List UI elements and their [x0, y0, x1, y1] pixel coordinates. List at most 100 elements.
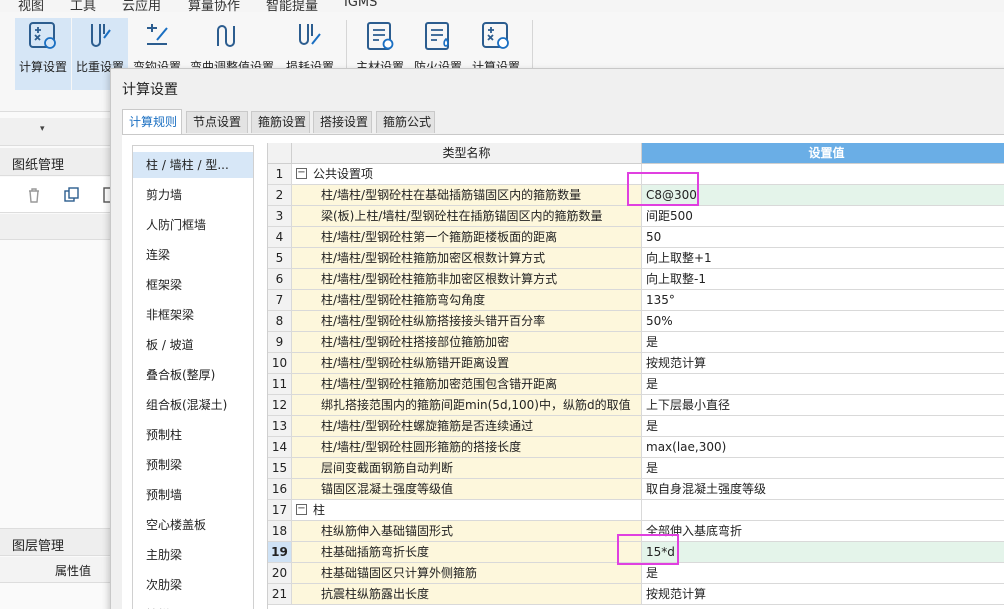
table-row[interactable]: 12 绑扎搭接范围内的箍筋间距min(5d,100)中，纵筋d的取值 上下层最小直径	[268, 395, 1004, 416]
table-row[interactable]: 9 柱/墙柱/型钢砼柱搭接部位箍筋加密是	[268, 332, 1004, 353]
table-row[interactable]: 7 柱/墙柱/型钢砼柱箍筋弯勾角度 135°	[268, 290, 1004, 311]
tab-stirrup-formula[interactable]: 箍筋公式	[376, 111, 435, 133]
setting-value[interactable]: 15*d	[642, 542, 1004, 563]
table-row[interactable]: 1− 公共设置项	[268, 164, 1004, 185]
category-item[interactable]: 组合板(混凝土)	[133, 392, 253, 418]
row-number: 18	[268, 521, 292, 542]
row-number: 16	[268, 479, 292, 500]
setting-value	[642, 164, 1004, 185]
table-row[interactable]: 15 层间变截面钢筋自动判断是	[268, 458, 1004, 479]
copy-icon[interactable]	[62, 185, 82, 205]
setting-name: 柱基础锚固区只计算外侧箍筋	[292, 563, 642, 584]
setting-value[interactable]: max(lae,300)	[642, 437, 1004, 458]
setting-name: 柱/墙柱/型钢砼柱纵筋错开距离设置	[292, 353, 642, 374]
table-row[interactable]: 17− 柱	[268, 500, 1004, 521]
table-row[interactable]: 4 柱/墙柱/型钢砼柱第一个箍筋距楼板面的距离 50	[268, 227, 1004, 248]
tab-node-settings[interactable]: 节点设置	[186, 111, 248, 133]
delete-icon[interactable]	[24, 185, 44, 205]
setting-value[interactable]: 按规范计算	[642, 353, 1004, 374]
setting-name: 柱/墙柱/型钢砼柱第一个箍筋距楼板面的距离	[292, 227, 642, 248]
category-item[interactable]: 楼梯	[133, 602, 253, 609]
layer-manager-header: 图层管理	[0, 528, 112, 556]
drawing-toolbar	[0, 177, 117, 213]
collapse-icon[interactable]: −	[296, 504, 307, 515]
category-item[interactable]: 次肋梁	[133, 572, 253, 598]
setting-name: 柱/墙柱/型钢砼柱搭接部位箍筋加密	[292, 332, 642, 353]
tab-lap-settings[interactable]: 搭接设置	[313, 111, 372, 133]
calc-settings-dialog: 计算设置 计算规则 节点设置 箍筋设置 搭接设置 箍筋公式 柱 / 墙柱 / 型…	[110, 68, 1004, 609]
table-row[interactable]: 10 柱/墙柱/型钢砼柱纵筋错开距离设置 按规范计算	[268, 353, 1004, 374]
setting-value[interactable]: 全部伸入基底弯折	[642, 521, 1004, 542]
row-number: 15	[268, 458, 292, 479]
table-row[interactable]: 18 柱纵筋伸入基础锚固形式 全部伸入基底弯折	[268, 521, 1004, 542]
category-item[interactable]: 柱 / 墙柱 / 型...	[133, 152, 253, 178]
setting-name: 柱/墙柱/型钢砼柱螺旋箍筋是否连续通过	[292, 416, 642, 437]
table-row[interactable]: 21 抗震柱纵筋露出长度 按规范计算	[268, 584, 1004, 605]
setting-value[interactable]: 向上取整+1	[642, 248, 1004, 269]
category-item[interactable]: 板 / 坡道	[133, 332, 253, 358]
calc-settings-button[interactable]: 计算设置	[15, 18, 71, 90]
material-doc-icon	[367, 22, 394, 50]
row-number: 11	[268, 374, 292, 395]
row-number: 5	[268, 248, 292, 269]
table-row[interactable]: 14 柱/墙柱/型钢砼柱圆形箍筋的搭接长度 max(lae,300)	[268, 437, 1004, 458]
category-list: 柱 / 墙柱 / 型... 剪力墙人防门框墙连梁框架梁非框架梁板 / 坡道 叠合板(…	[132, 145, 254, 609]
setting-value[interactable]: 按规范计算	[642, 584, 1004, 605]
category-item[interactable]: 连梁	[133, 242, 253, 268]
category-item[interactable]: 预制梁	[133, 452, 253, 478]
collapse-icon[interactable]: −	[296, 168, 307, 179]
category-item[interactable]: 剪力墙	[133, 182, 253, 208]
setting-value[interactable]: 上下层最小直径	[642, 395, 1004, 416]
category-item[interactable]: 叠合板(整厚)	[133, 362, 253, 388]
setting-value[interactable]: 取自身混凝土强度等级	[642, 479, 1004, 500]
setting-name: 柱/墙柱/型钢砼柱箍筋加密区根数计算方式	[292, 248, 642, 269]
category-item[interactable]: 人防门框墙	[133, 212, 253, 238]
table-row[interactable]: 3 梁(板)上柱/墙柱/型钢砼柱在插筋锚固区内的箍筋数量 间距500	[268, 206, 1004, 227]
category-item[interactable]: 预制墙	[133, 482, 253, 508]
setting-value[interactable]: 50%	[642, 311, 1004, 332]
row-number: 12	[268, 395, 292, 416]
setting-name: 锚固区混凝土强度等级值	[292, 479, 642, 500]
category-item[interactable]: 框架梁	[133, 272, 253, 298]
setting-name: 柱/墙柱/型钢砼柱在基础插筋锚固区内的箍筋数量	[292, 185, 642, 206]
setting-value[interactable]: 是	[642, 563, 1004, 584]
setting-value[interactable]: 是	[642, 332, 1004, 353]
row-number: 3	[268, 206, 292, 227]
setting-value[interactable]: C8@300	[642, 185, 1004, 206]
setting-value[interactable]: 是	[642, 374, 1004, 395]
tab-stirrup-settings[interactable]: 箍筋设置	[251, 111, 310, 133]
setting-value[interactable]: 间距500	[642, 206, 1004, 227]
table-row[interactable]: 11 柱/墙柱/型钢砼柱箍筋加密范围包含错开距离是	[268, 374, 1004, 395]
table-row[interactable]: 2 柱/墙柱/型钢砼柱在基础插筋锚固区内的箍筋数量 C8@300	[268, 185, 1004, 206]
category-item[interactable]: 空心楼盖板	[133, 512, 253, 538]
table-row[interactable]: 16 锚固区混凝土强度等级值 取自身混凝土强度等级	[268, 479, 1004, 500]
setting-value[interactable]: 向上取整-1	[642, 269, 1004, 290]
row-number: 2	[268, 185, 292, 206]
table-row[interactable]: 5 柱/墙柱/型钢砼柱箍筋加密区根数计算方式 向上取整+1	[268, 248, 1004, 269]
setting-name: 柱/墙柱/型钢砼柱箍筋弯勾角度	[292, 290, 642, 311]
group-header: − 公共设置项	[292, 164, 642, 185]
dialog-title: 计算设置	[122, 82, 178, 98]
category-item[interactable]: 主肋梁	[133, 542, 253, 568]
menu-igms[interactable]: IGMS	[344, 0, 377, 10]
row-number: 10	[268, 353, 292, 374]
table-row[interactable]: 19 柱基础插筋弯折长度 15*d	[268, 542, 1004, 563]
category-item[interactable]: 非框架梁	[133, 302, 253, 328]
table-row[interactable]: 20 柱基础锚固区只计算外侧箍筋是	[268, 563, 1004, 584]
setting-value	[642, 500, 1004, 521]
setting-value[interactable]: 是	[642, 416, 1004, 437]
row-number: 19	[268, 542, 292, 563]
table-row[interactable]: 8 柱/墙柱/型钢砼柱纵筋搭接接头错开百分率 50%	[268, 311, 1004, 332]
row-number: 6	[268, 269, 292, 290]
setting-value[interactable]: 135°	[642, 290, 1004, 311]
category-item[interactable]: 预制柱	[133, 422, 253, 448]
settings-grid: 类型名称 设置值 1− 公共设置项 2 柱/墙柱/型钢砼柱在基础插筋锚固区内的箍筋数量…	[267, 143, 1004, 609]
setting-value[interactable]: 50	[642, 227, 1004, 248]
property-value-label: 属性值	[55, 564, 92, 578]
table-row[interactable]: 13 柱/墙柱/型钢砼柱螺旋箍筋是否连续通过是	[268, 416, 1004, 437]
setting-value[interactable]: 是	[642, 458, 1004, 479]
floor-dropdown[interactable]: ▾	[0, 118, 112, 146]
tab-calc-rules[interactable]: 计算规则	[122, 109, 182, 135]
layer-manager-title: 图层管理	[12, 539, 65, 554]
table-row[interactable]: 6 柱/墙柱/型钢砼柱箍筋非加密区根数计算方式 向上取整-1	[268, 269, 1004, 290]
